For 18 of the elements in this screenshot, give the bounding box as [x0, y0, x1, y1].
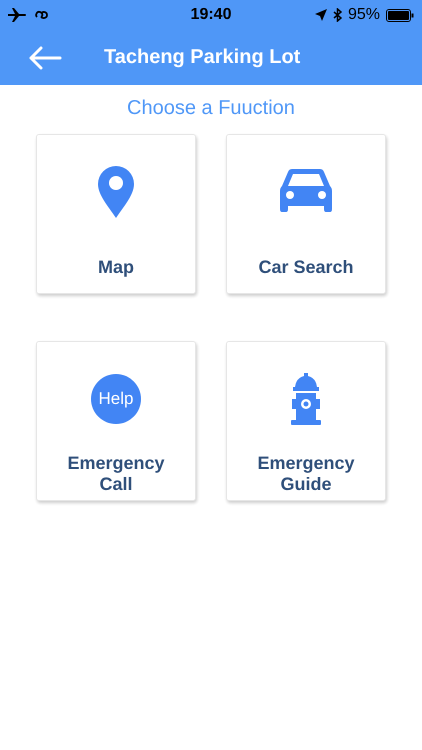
section-heading: Choose a Fuuction [126, 97, 296, 120]
location-pin-icon [98, 166, 134, 218]
bluetooth-icon [332, 8, 342, 22]
function-card[interactable]: Map [36, 134, 196, 294]
status-time: 19:40 [190, 6, 232, 24]
function-card[interactable]: Car Search [226, 134, 386, 294]
loop-icon [34, 8, 50, 22]
fire-hydrant-icon [290, 373, 322, 425]
screen-title: Tacheng Parking Lot [104, 46, 300, 69]
back-arrow-icon [28, 46, 62, 70]
function-card[interactable]: Help Emergency Call [36, 341, 196, 501]
help-icon: Help [91, 374, 141, 424]
battery-percentage: 95% [348, 6, 380, 24]
airplane-icon [8, 8, 28, 22]
car-icon [280, 169, 332, 215]
location-arrow-icon [314, 9, 327, 21]
function-card[interactable]: Emergency Guide [226, 341, 386, 501]
battery-icon [386, 8, 414, 22]
